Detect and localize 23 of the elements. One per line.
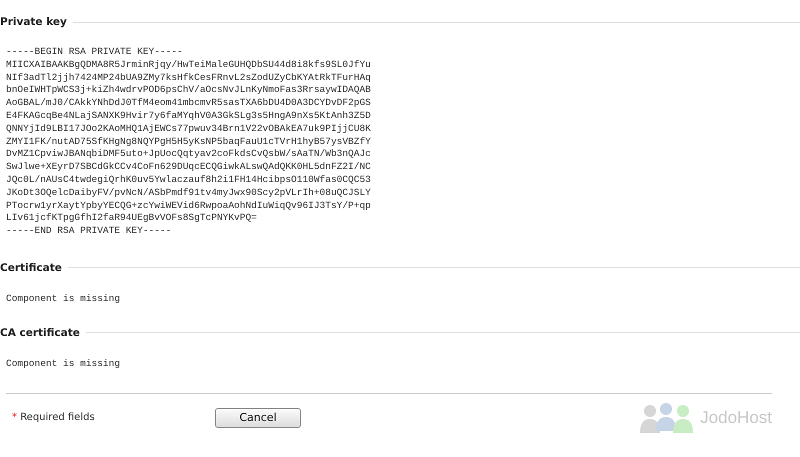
key-line: DvMZ1CpviwJBANqbiDMF5uto+JpUocQqtyav2coFkdsCvQsbW/sAaTN/Wb3nQAJc [6, 148, 371, 162]
key-line: NIf3adTl2jjh7424MP24bUA9ZMy7ksHfkCesFRnvL2sZodUZyCbKYAtRkTFurHAq [6, 72, 371, 84]
key-line: QNNYjId9LBI17JOo2KAoMHQ1AjEWCs77pwuv34Brn1V22vOBAkEA7uk9PIjjCU8K [6, 122, 371, 136]
cancel-button[interactable]: Cancel [215, 408, 301, 428]
key-line: JQc0L/nAUsC4twdegiQrhK0uv5Ywlaczauf8h2i1FH14HcibpsO110Wfas0CQC53 [6, 174, 371, 187]
key-line: LIv61jcfKTpgGfhI2faR94UEgBvVOFs8SgTcPNYKvPQ= [6, 212, 257, 226]
key-line: -----END RSA PRIVATE KEY----- [6, 225, 172, 238]
key-line: PTocrw1yrXaytYpbyYECQG+zcYwiWEVid6RwpoaAohNdIuWiqQv96IJ3TsY/P+qp [6, 200, 371, 212]
key-line: E4FKAGcqBe4NLajSANXK9Hvir7y6faMYqhV0A3GkSLg3s5HngA9nXs5KtAnh3Z5D [6, 110, 371, 123]
missing-message: Component is missing [6, 292, 120, 305]
section-heading: Certificate [0, 262, 62, 274]
key-line: -----BEGIN RSA PRIVATE KEY----- [6, 46, 183, 59]
section-heading: CA certificate [0, 326, 80, 339]
people-icon [640, 402, 694, 433]
key-line: SwJlwe+XEyrD7SBCdGkCCv4CoFn629DUqcECQGiwkALswQAdQKK0HL5dnFZ2I/NC [6, 161, 371, 174]
key-line: ZMYI1FK/nutAD75SfKHgNg8NQYPgH5H5yKsNP5baqFauU1cTVrH1hyB57ysVBZfY [6, 136, 371, 148]
key-line: MIICXAIBAAKBgQDMA8R5JrminRjqy/HwTeiMaleGUHQDbSU44d8i8kfs9SL0JfYu [6, 58, 371, 72]
key-line: JKoDt3OQelcDaibyFV/pvNcN/ASbPmdf91tv4myJwx90Scy2pVLrIh+08uQCJSLY [6, 186, 371, 200]
section-heading: Private key [0, 16, 67, 28]
missing-message: Component is missing [6, 358, 120, 370]
required-fields-note: * Required fields [12, 412, 96, 424]
key-line: AoGBAL/mJ0/CAkkYNhDdJ0TfM4eom41mbcmvR5sasTXA6bDU4D0A3DCYDvDF2pGS [6, 97, 371, 110]
key-line: bnOeIWHTpWCS3j+kiZh4wdrvPOD6psChV/aOcsNvJLnKyNmoFas3RrsaywIDAQAB [6, 84, 371, 98]
